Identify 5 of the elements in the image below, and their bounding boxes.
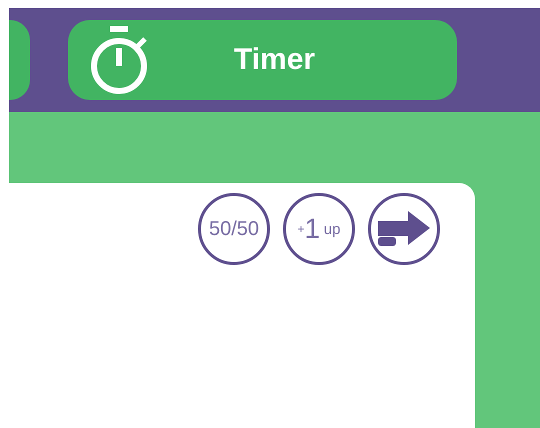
extra-life-button[interactable]: +1 up [283,193,355,265]
tab-button[interactable] [9,20,30,100]
fifty-fifty-button[interactable]: 50/50 [198,193,270,265]
arrow-icon [376,209,432,249]
timer-button[interactable]: Timer [68,20,457,100]
